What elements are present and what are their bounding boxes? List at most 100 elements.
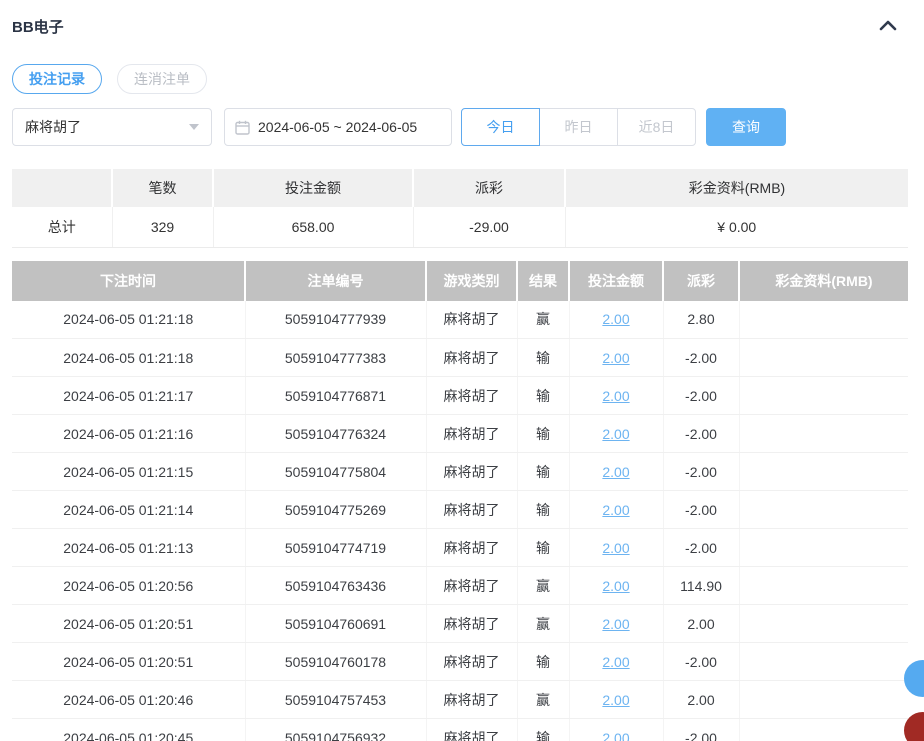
game-type-cell: 麻将胡了	[426, 681, 517, 719]
order-number-cell: 5059104760178	[245, 643, 426, 681]
bet-amount-link[interactable]: 2.00	[602, 730, 629, 741]
game-type-cell: 麻将胡了	[426, 301, 517, 339]
bet-amount-link[interactable]: 2.00	[602, 502, 629, 518]
bet-amount-link[interactable]: 2.00	[602, 540, 629, 556]
date-range-input[interactable]: 2024-06-05 ~ 2024-06-05	[224, 108, 452, 146]
summary-payout-value: -29.00	[413, 207, 565, 247]
bet-time-cell: 2024-06-05 01:21:16	[12, 415, 245, 453]
panel-header: BB电子	[12, 16, 908, 37]
game-type-cell: 麻将胡了	[426, 605, 517, 643]
col-header-order-number: 注单编号	[245, 261, 426, 301]
chevron-up-icon	[879, 19, 897, 34]
today-button[interactable]: 今日	[461, 108, 540, 146]
bet-amount-link[interactable]: 2.00	[602, 578, 629, 594]
bet-amount-cell: 2.00	[569, 643, 663, 681]
jackpot-cell	[739, 415, 908, 453]
bet-time-cell: 2024-06-05 01:21:18	[12, 301, 245, 339]
table-row: 2024-06-05 01:21:155059104775804麻将胡了输2.0…	[12, 453, 908, 491]
summary-total-row: 总计 329 658.00 -29.00 ¥ 0.00	[12, 207, 908, 247]
order-number-cell: 5059104774719	[245, 529, 426, 567]
game-select[interactable]: 麻将胡了	[12, 108, 212, 146]
date-range-value: 2024-06-05 ~ 2024-06-05	[258, 119, 417, 135]
yesterday-button[interactable]: 昨日	[539, 108, 618, 146]
bet-amount-link[interactable]: 2.00	[602, 692, 629, 708]
bet-records-panel: BB电子 投注记录 连消注单 麻将胡了 2024-06-05 ~ 2024-06…	[0, 0, 924, 741]
result-cell: 输	[517, 529, 569, 567]
game-type-cell: 麻将胡了	[426, 415, 517, 453]
result-cell: 输	[517, 719, 569, 741]
table-row: 2024-06-05 01:21:145059104775269麻将胡了输2.0…	[12, 491, 908, 529]
order-number-cell: 5059104757453	[245, 681, 426, 719]
bet-amount-cell: 2.00	[569, 453, 663, 491]
tab-cancelled-orders[interactable]: 连消注单	[117, 64, 207, 94]
jackpot-cell	[739, 719, 908, 741]
jackpot-cell	[739, 567, 908, 605]
bet-amount-link[interactable]: 2.00	[602, 388, 629, 404]
col-header-bet-amount: 投注金额	[569, 261, 663, 301]
table-row: 2024-06-05 01:20:515059104760691麻将胡了赢2.0…	[12, 605, 908, 643]
payout-cell: -2.00	[663, 453, 739, 491]
filter-toolbar: 麻将胡了 2024-06-05 ~ 2024-06-05 今日 昨日 近8日 查…	[12, 108, 908, 146]
bet-amount-cell: 2.00	[569, 415, 663, 453]
query-button[interactable]: 查询	[706, 108, 786, 146]
collapse-panel-button[interactable]	[876, 18, 900, 36]
payout-cell: 2.00	[663, 681, 739, 719]
game-type-cell: 麻将胡了	[426, 377, 517, 415]
order-number-cell: 5059104776871	[245, 377, 426, 415]
bet-amount-cell: 2.00	[569, 567, 663, 605]
result-cell: 输	[517, 377, 569, 415]
bet-time-cell: 2024-06-05 01:20:46	[12, 681, 245, 719]
payout-cell: 2.80	[663, 301, 739, 339]
summary-header-row: 笔数 投注金额 派彩 彩金资料(RMB)	[12, 169, 908, 207]
order-number-cell: 5059104775804	[245, 453, 426, 491]
bet-amount-cell: 2.00	[569, 301, 663, 339]
result-cell: 赢	[517, 301, 569, 339]
result-cell: 输	[517, 453, 569, 491]
payout-cell: -2.00	[663, 377, 739, 415]
bet-amount-link[interactable]: 2.00	[602, 350, 629, 366]
payout-cell: 114.90	[663, 567, 739, 605]
payout-cell: -2.00	[663, 339, 739, 377]
result-cell: 赢	[517, 681, 569, 719]
bet-amount-cell: 2.00	[569, 719, 663, 741]
tab-bet-records[interactable]: 投注记录	[12, 64, 102, 94]
record-type-tabs: 投注记录 连消注单	[12, 64, 908, 94]
bet-time-cell: 2024-06-05 01:21:14	[12, 491, 245, 529]
summary-count-value: 329	[112, 207, 213, 247]
chevron-down-icon	[189, 124, 199, 130]
payout-cell: -2.00	[663, 529, 739, 567]
summary-header-jackpot: 彩金资料(RMB)	[565, 169, 908, 207]
order-number-cell: 5059104756932	[245, 719, 426, 741]
table-row: 2024-06-05 01:20:565059104763436麻将胡了赢2.0…	[12, 567, 908, 605]
result-cell: 赢	[517, 567, 569, 605]
jackpot-cell	[739, 377, 908, 415]
bet-amount-link[interactable]: 2.00	[602, 426, 629, 442]
game-type-cell: 麻将胡了	[426, 567, 517, 605]
col-header-payout: 派彩	[663, 261, 739, 301]
summary-total-label: 总计	[12, 207, 112, 247]
jackpot-cell	[739, 681, 908, 719]
summary-bet-amount-value: 658.00	[213, 207, 413, 247]
order-number-cell: 5059104775269	[245, 491, 426, 529]
jackpot-cell	[739, 491, 908, 529]
table-row: 2024-06-05 01:21:185059104777939麻将胡了赢2.0…	[12, 301, 908, 339]
bet-amount-link[interactable]: 2.00	[602, 311, 629, 327]
bet-time-cell: 2024-06-05 01:21:17	[12, 377, 245, 415]
summary-header-bet-amount: 投注金额	[213, 169, 413, 207]
page-title: BB电子	[12, 16, 64, 37]
last-8-days-button[interactable]: 近8日	[617, 108, 696, 146]
bet-table-header-row: 下注时间 注单编号 游戏类别 结果 投注金额 派彩 彩金资料(RMB)	[12, 261, 908, 301]
bet-amount-link[interactable]: 2.00	[602, 654, 629, 670]
bet-amount-link[interactable]: 2.00	[602, 464, 629, 480]
jackpot-cell	[739, 529, 908, 567]
col-header-game-type: 游戏类别	[426, 261, 517, 301]
payout-cell: -2.00	[663, 491, 739, 529]
bet-amount-link[interactable]: 2.00	[602, 616, 629, 632]
table-row: 2024-06-05 01:21:175059104776871麻将胡了输 2.0…	[12, 377, 908, 415]
table-row: 2024-06-05 01:21:165059104776324麻将胡了输2.0…	[12, 415, 908, 453]
bet-time-cell: 2024-06-05 01:21:15	[12, 453, 245, 491]
summary-header-blank	[12, 169, 112, 207]
col-header-result: 结果	[517, 261, 569, 301]
order-number-cell: 5059104763436	[245, 567, 426, 605]
table-row: 2024-06-05 01:20:515059104760178麻将胡了输2.0…	[12, 643, 908, 681]
